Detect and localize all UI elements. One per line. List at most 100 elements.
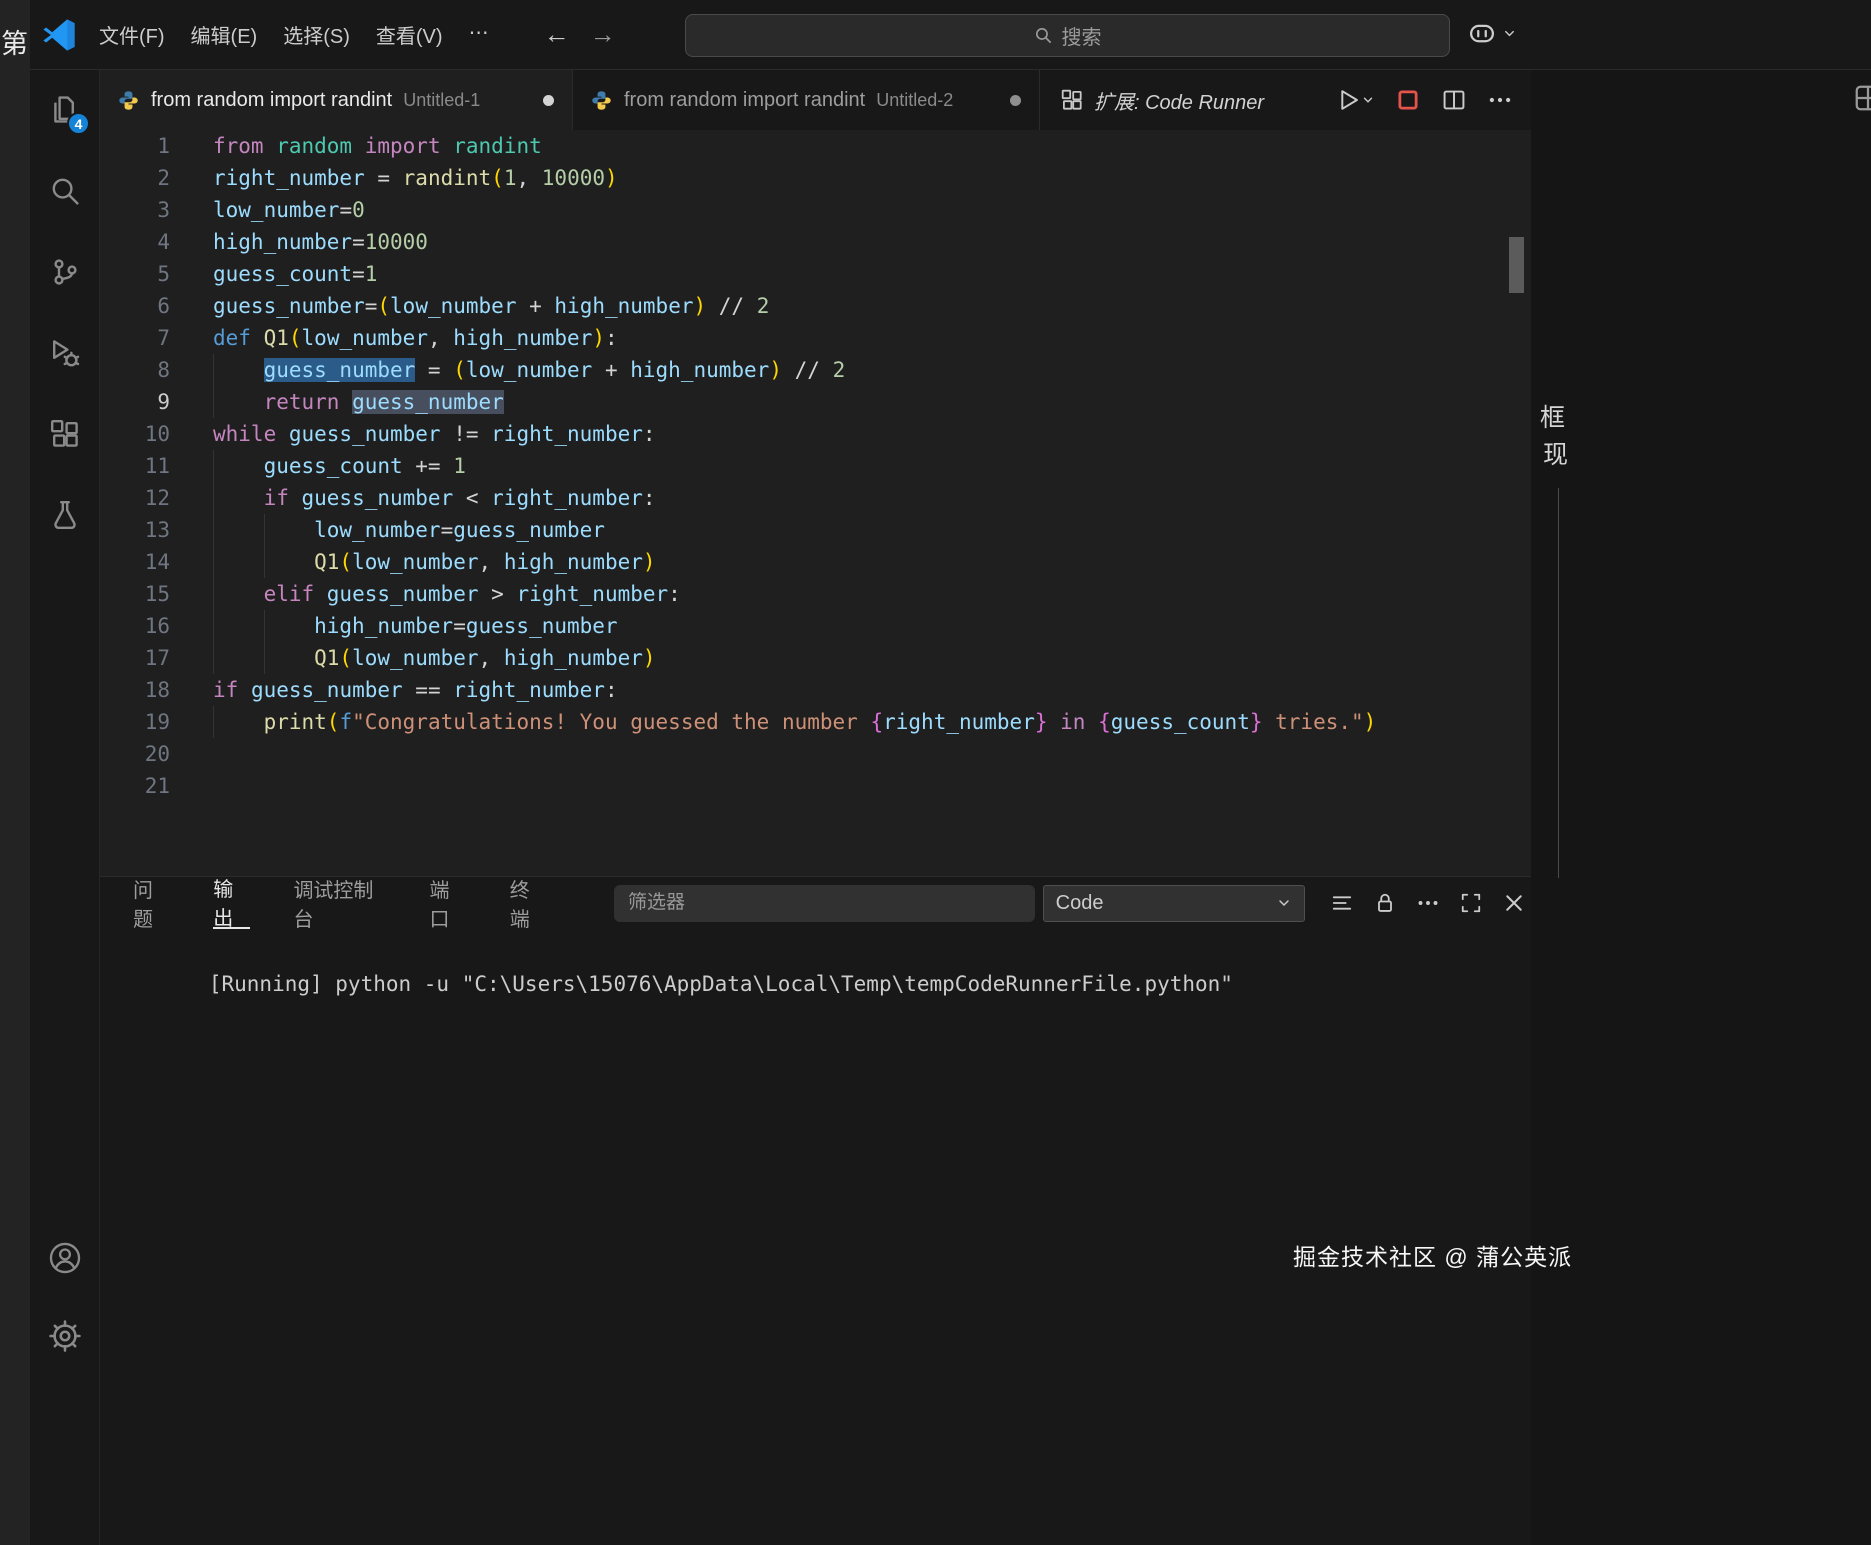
settings-button[interactable] [47, 1318, 83, 1354]
code-line[interactable]: 13low_number=guess_number [100, 514, 1531, 546]
panel-actions [1325, 886, 1531, 920]
explorer-badge: 4 [67, 112, 90, 135]
panel-tab-terminal[interactable]: 终端 [510, 877, 547, 929]
vscode-logo-icon [42, 18, 76, 52]
background-text-fragment: 现 [1543, 435, 1568, 471]
menu-view[interactable]: 查看(V) [363, 12, 456, 57]
line-number: 13 [100, 514, 170, 546]
output-channel-value: Code [1056, 892, 1104, 915]
ellipsis-icon [1487, 87, 1513, 113]
code-line[interactable]: 7def Q1(low_number, high_number): [100, 322, 1531, 354]
vscode-window: 第 文件(F) 编辑(E) 选择(S) 查看(V) ⋯ ← → 搜索 [0, 0, 1871, 1545]
sidebar-item-search[interactable] [47, 173, 83, 209]
code-editor[interactable]: 1from random import randint2right_number… [100, 130, 1531, 876]
background-line-fragment [1558, 488, 1559, 878]
code-line[interactable]: 9return guess_number [100, 386, 1531, 418]
code-line[interactable]: 18if guess_number == right_number: [100, 674, 1531, 706]
back-arrow-icon[interactable]: ← [544, 19, 570, 50]
output-console[interactable]: [Running] python -u "C:\Users\15076\AppD… [100, 929, 1531, 1029]
clear-output-button[interactable] [1325, 886, 1359, 920]
line-number: 2 [100, 162, 170, 194]
lock-scrolling-button[interactable] [1368, 886, 1402, 920]
menu-edit[interactable]: 编辑(E) [178, 12, 271, 57]
code-line[interactable]: 17Q1(low_number, high_number) [100, 642, 1531, 674]
line-number: 11 [100, 450, 170, 482]
stop-button[interactable] [1395, 87, 1421, 113]
tab-extension-code-runner[interactable]: 扩展: Code Runner [1040, 70, 1284, 130]
sidebar-item-run-debug[interactable] [47, 335, 83, 371]
code-line[interactable]: 21 [100, 770, 1531, 802]
output-line: [Running] python -u "C:\Users\15076\AppD… [209, 972, 1233, 996]
sidebar-item-explorer[interactable]: 4 [47, 92, 83, 128]
close-panel-button[interactable] [1497, 886, 1531, 920]
account-button[interactable] [47, 1240, 83, 1276]
tab-title: from random import randint [624, 89, 865, 112]
line-number: 6 [100, 290, 170, 322]
menu-selection[interactable]: 选择(S) [270, 12, 363, 57]
output-channel-select[interactable]: Code [1043, 885, 1305, 922]
testing-flask-icon [49, 499, 81, 531]
command-center-search[interactable]: 搜索 [685, 14, 1450, 57]
run-code-button[interactable] [1335, 87, 1375, 113]
code-line[interactable]: 20 [100, 738, 1531, 770]
more-actions-button[interactable] [1487, 87, 1513, 113]
forward-arrow-icon[interactable]: → [590, 19, 616, 50]
vertical-scrollbar[interactable] [1509, 237, 1524, 293]
python-icon [118, 90, 139, 111]
code-line[interactable]: 8guess_number = (low_number + high_numbe… [100, 354, 1531, 386]
dirty-dot-icon[interactable] [1010, 95, 1021, 106]
dirty-dot-icon[interactable] [543, 95, 554, 106]
line-number: 19 [100, 706, 170, 738]
code-line[interactable]: 19print(f"Congratulations! You guessed t… [100, 706, 1531, 738]
chevron-down-icon [1361, 93, 1375, 107]
editor-tab-bar: from random import randint Untitled-1 fr… [100, 70, 1531, 130]
code-line[interactable]: 6guess_number=(low_number + high_number)… [100, 290, 1531, 322]
sidebar-item-extensions[interactable] [47, 416, 83, 452]
output-filter-input[interactable] [614, 885, 1035, 922]
line-number: 8 [100, 354, 170, 386]
watermark: 掘金技术社区 @ 蒲公英派 [1293, 1238, 1572, 1272]
tab-untitled-1[interactable]: from random import randint Untitled-1 [100, 70, 573, 130]
panel-tab-bar: 问题 输出 调试控制台 端口 终端 Code [100, 877, 1531, 929]
tab-untitled-2[interactable]: from random import randint Untitled-2 [573, 70, 1040, 130]
maximize-panel-button[interactable] [1454, 886, 1488, 920]
code-line[interactable]: 10while guess_number != right_number: [100, 418, 1531, 450]
code-line[interactable]: 4high_number=10000 [100, 226, 1531, 258]
line-number: 14 [100, 546, 170, 578]
extension-tab-label: 扩展: Code Runner [1094, 86, 1264, 115]
tab-suffix: Untitled-1 [403, 90, 480, 111]
code-line[interactable]: 11guess_count += 1 [100, 450, 1531, 482]
sidebar-item-testing[interactable] [47, 497, 83, 533]
copilot-icon [1467, 18, 1497, 48]
code-line[interactable]: 1from random import randint [100, 130, 1531, 162]
search-placeholder: 搜索 [1062, 21, 1102, 50]
panel-tab-output[interactable]: 输出 [213, 877, 250, 929]
menu-more[interactable]: ⋯ [456, 12, 502, 57]
background-window-strip: 第 [0, 0, 30, 1545]
menu-file[interactable]: 文件(F) [86, 12, 178, 57]
code-line[interactable]: 3low_number=0 [100, 194, 1531, 226]
panel-tab-problems[interactable]: 问题 [133, 877, 170, 929]
lock-icon [1373, 891, 1397, 915]
panel-tab-ports[interactable]: 端口 [430, 877, 467, 929]
panel-tab-debug-console[interactable]: 调试控制台 [293, 877, 386, 929]
ellipsis-icon [1416, 891, 1440, 915]
panel-more-button[interactable] [1411, 886, 1445, 920]
line-number: 1 [100, 130, 170, 162]
code-line[interactable]: 5guess_count=1 [100, 258, 1531, 290]
code-lines: 1from random import randint2right_number… [100, 130, 1531, 802]
code-line[interactable]: 2right_number = randint(1, 10000) [100, 162, 1531, 194]
title-bar: 文件(F) 编辑(E) 选择(S) 查看(V) ⋯ ← → 搜索 [30, 0, 1871, 70]
maximize-icon [1459, 891, 1483, 915]
clipped-tab-icon [1853, 83, 1871, 113]
stop-icon [1395, 87, 1421, 113]
code-line[interactable]: 15elif guess_number > right_number: [100, 578, 1531, 610]
code-line[interactable]: 12if guess_number < right_number: [100, 482, 1531, 514]
split-editor-button[interactable] [1441, 87, 1467, 113]
line-number: 7 [100, 322, 170, 354]
line-number: 20 [100, 738, 170, 770]
sidebar-item-source-control[interactable] [47, 254, 83, 290]
code-line[interactable]: 16high_number=guess_number [100, 610, 1531, 642]
code-line[interactable]: 14Q1(low_number, high_number) [100, 546, 1531, 578]
copilot-menu[interactable] [1467, 18, 1517, 48]
